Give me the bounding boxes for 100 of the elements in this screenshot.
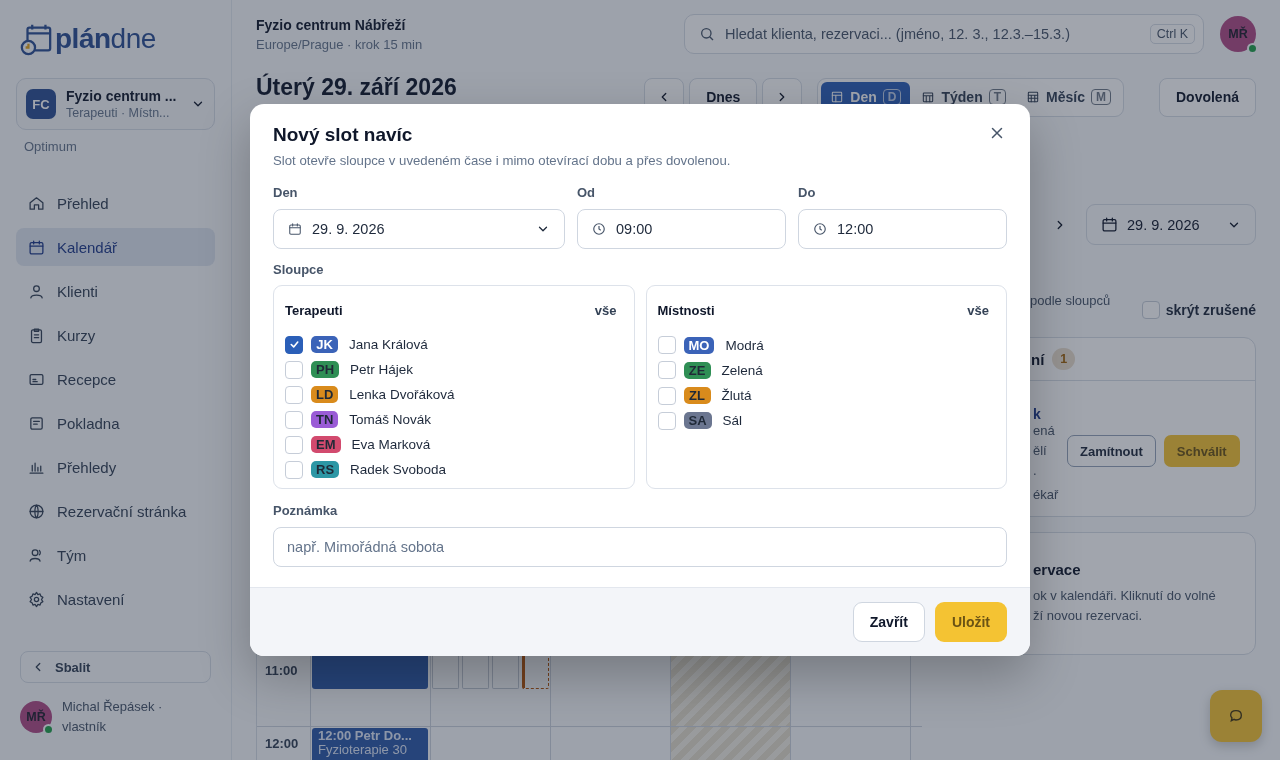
- option-label: Lenka Dvořáková: [349, 387, 455, 403]
- option-label: Eva Marková: [351, 437, 431, 453]
- request-detail: .: [1033, 462, 1038, 481]
- option-label: Petr Hájek: [350, 362, 414, 378]
- date-field[interactable]: 29. 9. 2026: [273, 209, 565, 249]
- client-name: k: [1033, 407, 1042, 421]
- initials-tag: RS: [311, 461, 340, 479]
- vacation-button[interactable]: Dovolená: [1159, 77, 1256, 117]
- dialog-description: Slot otevře sloupce v uvedeném čase i mimo otevírací dobu a přes dovolenou.: [273, 153, 732, 168]
- user-name: Michal Řepásek · vlastník: [62, 698, 164, 736]
- time-label: 12:00: [264, 735, 300, 753]
- sidebar-item[interactable]: Tým: [16, 536, 215, 574]
- checkbox[interactable]: [285, 335, 303, 354]
- sidebar-item[interactable]: Rezervační stránka: [16, 492, 215, 530]
- slot-block[interactable]: [491, 654, 519, 689]
- field-label: Od: [577, 185, 597, 200]
- appointment-block[interactable]: [312, 654, 428, 689]
- sidebar-item[interactable]: Pokladna: [16, 404, 215, 442]
- sidebar-item[interactable]: Přehled: [16, 184, 215, 222]
- section-label: Sloupce: [273, 262, 325, 277]
- settings-icon: [28, 590, 45, 608]
- field-label: Den: [273, 185, 299, 200]
- workspace-switcher[interactable]: FC Fyzio centrum ... Terapeuti · Místn...: [16, 78, 215, 130]
- initials-tag: JK: [311, 336, 338, 354]
- search-icon: [699, 26, 715, 42]
- chat-bubble-icon: [1228, 708, 1244, 724]
- globe-icon: [28, 502, 45, 520]
- request-detail: ělí: [1033, 442, 1048, 461]
- search-input[interactable]: Hledat klienta, rezervaci... (jméno, 12. 3., 12.3.–15.3.): [723, 25, 1142, 43]
- hide-cancelled-checkbox[interactable]: skrýt zrušené: [1141, 301, 1256, 319]
- location-subtitle: Europe/Prague · krok 15 min: [256, 36, 424, 52]
- day-view-icon: [830, 90, 845, 104]
- sidebar-item[interactable]: Nastavení: [16, 580, 215, 618]
- select-all-link[interactable]: vše: [962, 299, 994, 322]
- calendar-icon: [1101, 216, 1118, 233]
- calendar-clock-icon: [19, 22, 53, 56]
- request-detail: ená: [1033, 422, 1056, 440]
- note-field[interactable]: např. Mimořádná sobota: [273, 527, 1007, 567]
- time-field[interactable]: 09:00: [577, 209, 786, 249]
- initials-tag: EM: [311, 436, 341, 454]
- location-title: Fyzio centrum Nábřeží: [256, 16, 407, 33]
- help-text: ok v kalendáři. Kliknutí do volné: [1033, 586, 1217, 605]
- logo-wordmark: plándne: [55, 23, 156, 55]
- option-label: Sál: [722, 413, 743, 429]
- date-title: Úterý 29. září 2026: [256, 74, 458, 101]
- card-title: ervace: [1033, 560, 1082, 578]
- search-field[interactable]: Hledat klienta, rezervaci... (jméno, 12. 3., 12.3.–15.3.) Ctrl K: [684, 14, 1204, 54]
- slot-block[interactable]: [432, 654, 459, 689]
- group-title: Terapeuti: [285, 303, 343, 318]
- receipt-icon: [28, 414, 45, 432]
- field-label: Do: [798, 185, 817, 200]
- sidebar-item[interactable]: Kalendář: [16, 228, 215, 266]
- time-label: 11:00: [264, 662, 299, 680]
- sidebar-item[interactable]: Recepce: [16, 360, 215, 398]
- time-field[interactable]: 12:00: [798, 209, 1007, 249]
- date-picker[interactable]: 29. 9. 2026: [1086, 204, 1256, 245]
- clock-icon: [813, 222, 827, 236]
- group-title: Místnosti: [657, 303, 715, 318]
- chat-button[interactable]: [1210, 690, 1262, 742]
- sidebar-item[interactable]: Přehledy: [16, 448, 215, 486]
- option-label: Žlutá: [721, 388, 752, 404]
- option-label: Jana Králová: [349, 337, 428, 353]
- workspace-subtitle: Terapeuti · Místn...: [66, 106, 171, 120]
- workspace-avatar: FC: [26, 89, 56, 119]
- approve-button[interactable]: Schválit: [1163, 435, 1240, 468]
- initials-tag: ZE: [683, 361, 711, 379]
- appointment-card[interactable]: 12:00 Petr Do... Fyzioterapie 30: [312, 728, 428, 760]
- card-title: ní: [1031, 350, 1045, 368]
- person-icon: [28, 282, 45, 300]
- option-label: Tomáš Novák: [349, 412, 432, 428]
- month-grid-icon: [1026, 90, 1041, 104]
- sidebar-item[interactable]: Klienti: [16, 272, 215, 310]
- select-all-link[interactable]: vše: [589, 299, 622, 322]
- slot-block[interactable]: [521, 654, 549, 689]
- calendar-icon: [288, 222, 302, 236]
- home-icon: [28, 194, 45, 212]
- reject-button[interactable]: Zamítnout: [1067, 435, 1156, 468]
- field-label: Poznámka: [273, 503, 339, 518]
- help-text: ží novou rezervaci.: [1033, 606, 1144, 625]
- plan-label: Optimum: [24, 139, 78, 154]
- close-button[interactable]: Zavřít: [852, 602, 925, 642]
- initials-tag: PH: [311, 361, 340, 379]
- save-button[interactable]: Uložit: [934, 602, 1007, 642]
- clock-icon: [592, 222, 606, 236]
- initials-tag: LD: [311, 386, 339, 404]
- slot-block[interactable]: [462, 654, 489, 689]
- option-label: Radek Svoboda: [350, 462, 447, 478]
- initials-tag: ZL: [683, 387, 711, 405]
- option-label: Zelená: [721, 362, 763, 378]
- initials-tag: TN: [311, 411, 339, 429]
- shortcut-hint: Ctrl K: [1149, 24, 1195, 44]
- request-note: ékař: [1033, 486, 1060, 505]
- collapse-button[interactable]: Sbalit: [20, 651, 211, 683]
- option-label: Modrá: [725, 337, 764, 353]
- count-badge: 1: [1052, 348, 1076, 370]
- dialog-title: Nový slot navíc: [273, 124, 413, 146]
- clipboard-icon: [28, 326, 45, 344]
- option-label: podle sloupců: [1030, 293, 1111, 308]
- week-view-icon: [921, 90, 936, 104]
- sidebar-item[interactable]: Kurzy: [16, 316, 215, 354]
